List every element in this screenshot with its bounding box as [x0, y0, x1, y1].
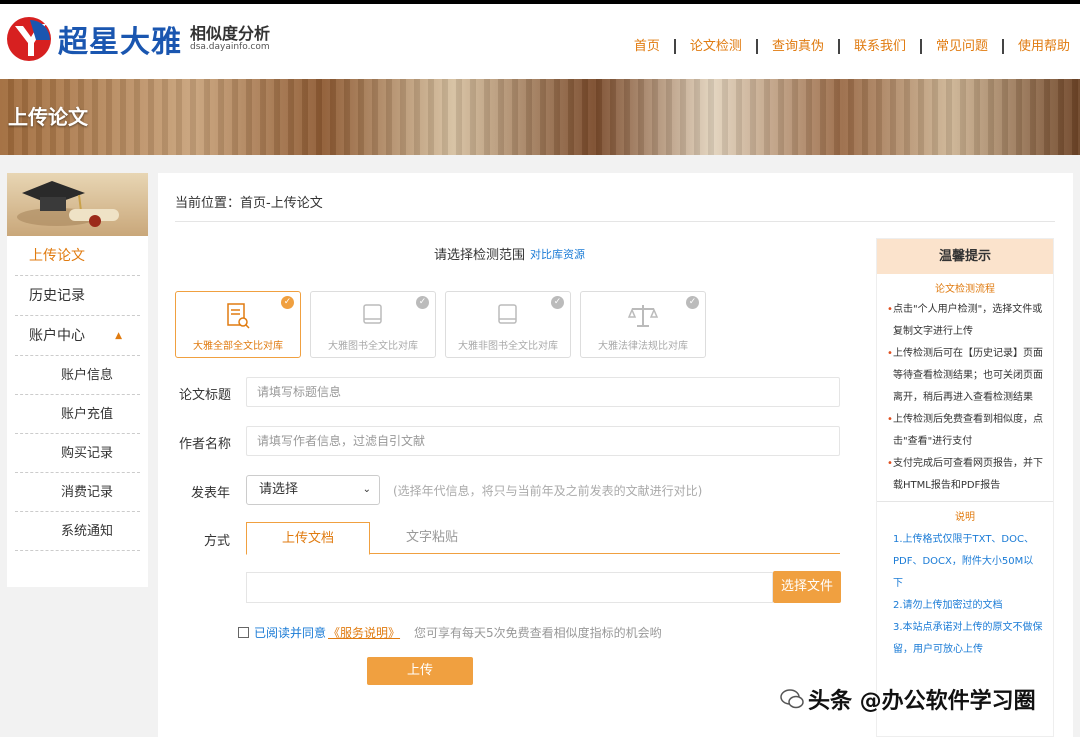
- caret-up-icon: ▲: [115, 331, 122, 341]
- sidebar-item-consumption[interactable]: 消费记录: [15, 473, 140, 512]
- nav-verify[interactable]: 查询真伪: [758, 39, 840, 54]
- check-icon: ✓: [281, 296, 294, 309]
- flow-list: 点击"个人用户检测"，选择文件或复制文字进行上传 上传检测后可在【历史记录】页面…: [877, 295, 1053, 497]
- main-nav: 首页 论文检测 查询真伪 联系我们 常见问题 使用帮助: [620, 39, 1070, 54]
- scope-card-non-books[interactable]: ✓ 大雅非图书全文比对库: [445, 291, 571, 358]
- tab-paste-text[interactable]: 文字粘贴: [370, 522, 494, 554]
- note-list: 1.上传格式仅限于TXT、DOC、PDF、DOCX，附件大小50M以下 2.请勿…: [877, 523, 1053, 661]
- agreement-row: 已阅读并同意 《服务说明》 您可享有每天5次免费查看相似度指标的机会哟: [238, 624, 662, 641]
- brand-domain: dsa.dayainfo.com: [190, 41, 270, 52]
- brand-subtitle-block: 相似度分析 dsa.dayainfo.com: [190, 25, 270, 52]
- brand-subtitle: 相似度分析: [190, 24, 271, 44]
- watermark-text: 头条 @办公软件学习圈: [808, 689, 1036, 714]
- breadcrumb: 当前位置：首页-上传论文: [175, 196, 323, 211]
- scope-card-all[interactable]: ✓ 大雅全部全文比对库: [175, 291, 301, 358]
- year-label: 发表年: [191, 486, 231, 501]
- tips-title: 温馨提示: [877, 239, 1053, 274]
- flow-item: 上传检测后免费查看到相似度，点击"查看"进行支付: [887, 409, 1043, 453]
- sidebar-item-upload[interactable]: 上传论文: [15, 236, 140, 276]
- agree-text: 已阅读并同意: [254, 626, 327, 640]
- compare-library-link[interactable]: 对比库资源: [530, 246, 585, 262]
- document-search-icon: [227, 303, 250, 329]
- method-tabs: 上传文档 文字粘贴: [246, 522, 840, 555]
- title-label: 论文标题: [179, 388, 232, 403]
- sidebar-item-recharge[interactable]: 账户充值: [15, 395, 140, 434]
- check-icon: ✓: [416, 296, 429, 309]
- year-hint: (选择年代信息，将只与当前年及之前发表的文献进行对比): [393, 484, 703, 498]
- flow-item: 支付完成后可查看网页报告，并下载HTML报告和PDF报告: [887, 453, 1043, 497]
- upload-button[interactable]: 上传: [367, 657, 473, 685]
- note-item: 3.本站点承诺对上传的原文不做保留，用户可放心上传: [893, 622, 1043, 655]
- note-item: 1.上传格式仅限于TXT、DOC、PDF、DOCX，附件大小50M以下: [893, 534, 1034, 589]
- file-path-field[interactable]: [246, 572, 773, 603]
- service-terms-link[interactable]: 《服务说明》: [328, 624, 400, 641]
- method-label: 方式: [204, 534, 231, 549]
- sidebar-item-account-info[interactable]: 账户信息: [15, 356, 140, 395]
- divider: [175, 221, 1055, 222]
- agree-checkbox[interactable]: [238, 627, 249, 638]
- sidebar-item-notifications[interactable]: 系统通知: [15, 512, 140, 551]
- flow-title: 论文检测流程: [935, 284, 995, 295]
- check-icon: ✓: [551, 296, 564, 309]
- sidebar-item-label: 账户中心: [29, 328, 85, 344]
- nav-home[interactable]: 首页: [620, 39, 676, 54]
- watermark: 头条 @办公软件学习圈: [780, 683, 1036, 715]
- divider: [877, 501, 1053, 502]
- brand-name: 超星大雅: [58, 25, 182, 60]
- scope-card-label: 大雅全部全文比对库: [193, 341, 283, 352]
- scope-title: 请选择检测范围: [434, 248, 526, 263]
- flow-item: 上传检测后可在【历史记录】页面等待查看检测结果；也可关闭页面离开，稍后再进入查看…: [887, 343, 1043, 409]
- scales-icon: [627, 305, 659, 327]
- chevron-down-icon: ⌄: [362, 484, 371, 495]
- year-select-value: 请选择: [259, 482, 299, 497]
- free-check-hint: 您可享有每天5次免费查看相似度指标的机会哟: [414, 626, 662, 640]
- banner-texture: [0, 79, 1080, 155]
- choose-file-button[interactable]: 选择文件: [773, 571, 841, 603]
- author-input[interactable]: 请填写作者信息，过滤自引文献: [246, 426, 840, 456]
- graduation-cap-icon: [17, 181, 119, 227]
- year-select[interactable]: 请选择 ⌄: [246, 475, 380, 505]
- logo-icon: [7, 17, 51, 61]
- author-label: 作者名称: [179, 437, 232, 452]
- scope-card-law[interactable]: ✓ 大雅法律法规比对库: [580, 291, 706, 358]
- nav-help[interactable]: 使用帮助: [1004, 39, 1070, 54]
- tips-panel: 温馨提示 论文检测流程 点击"个人用户检测"，选择文件或复制文字进行上传 上传检…: [876, 238, 1054, 737]
- scope-cards: ✓ 大雅全部全文比对库 ✓ 大雅图书全文比对库 ✓ 大雅非图书全文比对库 ✓ 大…: [175, 291, 706, 358]
- site-header: 超星大雅 相似度分析 dsa.dayainfo.com 首页 论文检测 查询真伪…: [0, 4, 1080, 79]
- scope-card-label: 大雅非图书全文比对库: [458, 341, 558, 352]
- sidebar: 上传论文 历史记录 账户中心 ▲ 账户信息 账户充值 购买记录 消费记录 系统通…: [7, 173, 148, 587]
- title-input[interactable]: 请填写标题信息: [246, 377, 840, 407]
- page-title: 上传论文: [8, 105, 88, 129]
- tab-upload-document[interactable]: 上传文档: [246, 522, 370, 555]
- sidebar-item-purchases[interactable]: 购买记录: [15, 434, 140, 473]
- nav-paper-check[interactable]: 论文检测: [676, 39, 758, 54]
- check-icon: ✓: [686, 296, 699, 309]
- logo[interactable]: 超星大雅 相似度分析 dsa.dayainfo.com: [6, 16, 270, 62]
- flow-item: 点击"个人用户检测"，选择文件或复制文字进行上传: [887, 299, 1043, 343]
- nav-contact[interactable]: 联系我们: [840, 39, 922, 54]
- book-icon: [498, 304, 517, 324]
- scope-card-label: 大雅法律法规比对库: [598, 341, 688, 352]
- sidebar-menu: 上传论文 历史记录 账户中心 ▲ 账户信息 账户充值 购买记录 消费记录 系统通…: [7, 236, 148, 551]
- page-banner: 上传论文: [0, 79, 1080, 155]
- scope-card-label: 大雅图书全文比对库: [328, 341, 418, 352]
- sidebar-item-history[interactable]: 历史记录: [15, 276, 140, 316]
- book-icon: [363, 304, 382, 324]
- note-title: 说明: [955, 512, 975, 523]
- graduation-cap-image: [7, 173, 148, 236]
- sidebar-item-account-center[interactable]: 账户中心 ▲: [15, 316, 140, 356]
- note-item: 2.请勿上传加密过的文档: [893, 600, 1003, 611]
- nav-faq[interactable]: 常见问题: [922, 39, 1004, 54]
- scope-card-books[interactable]: ✓ 大雅图书全文比对库: [310, 291, 436, 358]
- chat-bubble-icon: [780, 689, 804, 709]
